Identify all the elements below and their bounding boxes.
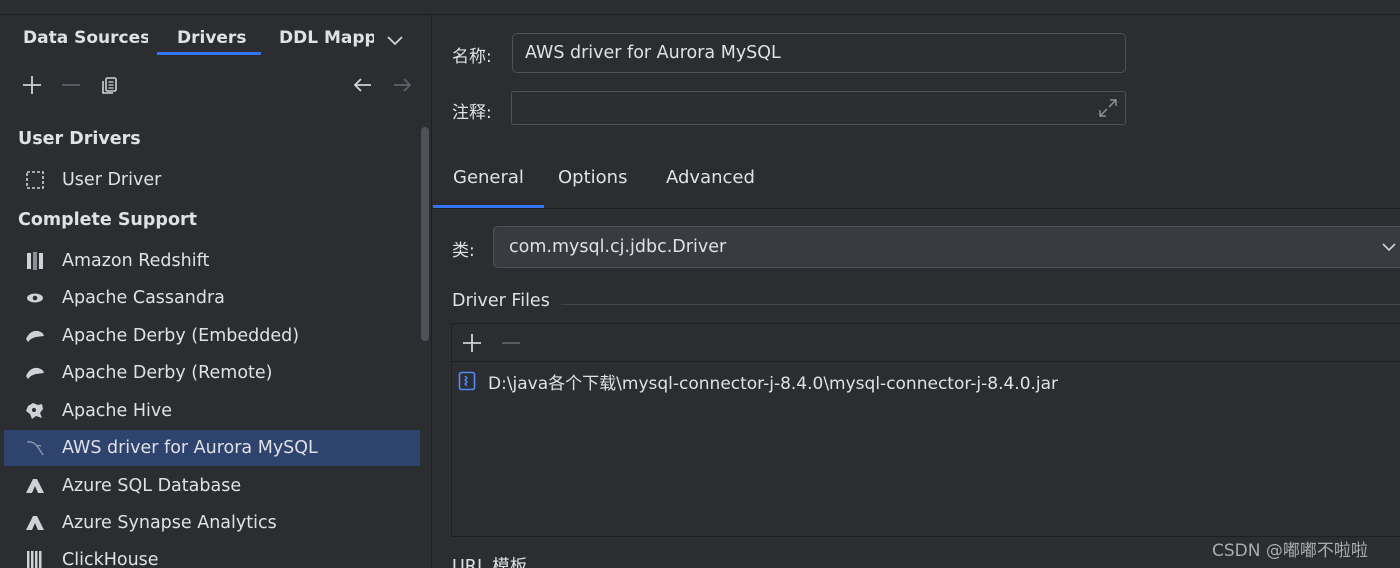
tab-data-sources[interactable]: Data Sources xyxy=(23,23,148,55)
mysql-dolphin-icon xyxy=(24,436,62,460)
section-user-drivers: User Drivers xyxy=(18,129,141,149)
copy-icon xyxy=(102,77,117,94)
chevron-down-icon[interactable] xyxy=(384,29,406,51)
user-driver-icon xyxy=(24,168,62,192)
remove-driver-button[interactable] xyxy=(58,73,84,97)
section-complete-support: Complete Support xyxy=(18,210,197,230)
list-item-label: Amazon Redshift xyxy=(62,251,210,271)
left-tab-bar: Data Sources Drivers DDL Mapp xyxy=(0,15,432,60)
list-item[interactable]: Apache Hive xyxy=(4,393,420,429)
derby-icon xyxy=(24,324,62,348)
driver-details-panel: 名称: AWS driver for Aurora MySQL 注释: Gene… xyxy=(433,15,1400,568)
list-item[interactable]: Azure SQL Database xyxy=(4,468,420,504)
list-item[interactable]: Amazon Redshift xyxy=(4,243,420,279)
url-templates-label: URL 模板 xyxy=(452,557,528,568)
tab-drivers[interactable]: Drivers xyxy=(157,23,261,55)
list-item-label: Apache Cassandra xyxy=(62,288,225,308)
driver-file-path: D:\java各个下载\mysql-connector-j-8.4.0\mysq… xyxy=(488,373,1059,394)
tab-ddl-mappings[interactable]: DDL Mapp xyxy=(279,23,374,55)
driver-list-scrollbar[interactable] xyxy=(419,127,431,568)
jar-file-icon xyxy=(458,371,488,391)
driver-files-list: D:\java各个下载\mysql-connector-j-8.4.0\mysq… xyxy=(451,323,1400,537)
add-driver-button[interactable] xyxy=(19,73,45,97)
forward-button[interactable] xyxy=(389,73,415,97)
azure-icon xyxy=(24,474,62,498)
list-item-label: Apache Derby (Remote) xyxy=(62,363,273,383)
list-item[interactable]: Azure Synapse Analytics xyxy=(4,505,420,541)
cassandra-icon xyxy=(24,286,62,310)
watermark: CSDN @嘟嘟不啦啦 xyxy=(1212,541,1368,561)
list-item-label: Apache Hive xyxy=(62,401,172,421)
left-panel: Data Sources Drivers DDL Mapp User Drive… xyxy=(0,15,432,568)
list-item[interactable]: Apache Derby (Remote) xyxy=(4,355,420,391)
arrow-right-icon xyxy=(394,78,412,92)
driver-files-toolbar xyxy=(452,324,1400,362)
tab-advanced[interactable]: Advanced xyxy=(666,167,755,207)
list-item-selected[interactable]: AWS driver for Aurora MySQL xyxy=(4,430,420,466)
name-field[interactable]: AWS driver for Aurora MySQL xyxy=(512,33,1126,73)
list-item-label: User Driver xyxy=(62,170,162,190)
list-item[interactable]: ClickHouse xyxy=(4,542,420,568)
list-item-label: Azure SQL Database xyxy=(62,476,242,496)
comment-field[interactable] xyxy=(511,91,1126,125)
tab-options[interactable]: Options xyxy=(558,167,627,207)
list-item-label: AWS driver for Aurora MySQL xyxy=(62,438,318,458)
driver-list-toolbar xyxy=(0,63,432,107)
class-label: 类: xyxy=(452,241,475,261)
driver-files-title: Driver Files xyxy=(452,291,550,311)
arrow-left-icon xyxy=(353,78,371,92)
driver-class-select[interactable]: com.mysql.cj.jdbc.Driver xyxy=(493,226,1400,268)
minus-icon xyxy=(62,84,80,86)
expand-icon[interactable] xyxy=(1097,97,1119,119)
back-button[interactable] xyxy=(350,73,376,97)
minus-icon[interactable] xyxy=(500,332,522,354)
driver-list: User Drivers User Driver Complete Suppor… xyxy=(0,115,420,568)
duplicate-driver-button[interactable] xyxy=(97,73,123,97)
hive-icon xyxy=(24,399,62,423)
comment-label: 注释: xyxy=(452,103,492,123)
list-item[interactable]: Apache Derby (Embedded) xyxy=(4,318,420,354)
redshift-icon xyxy=(24,249,62,273)
list-item[interactable]: Apache Cassandra xyxy=(4,280,420,316)
tab-general[interactable]: General xyxy=(433,167,544,208)
azure-icon xyxy=(24,511,62,535)
list-item-label: Azure Synapse Analytics xyxy=(62,513,277,533)
list-item[interactable]: User Driver xyxy=(4,162,420,198)
scrollbar-thumb[interactable] xyxy=(421,127,429,341)
chevron-down-icon[interactable] xyxy=(1379,237,1399,257)
name-label: 名称: xyxy=(452,47,492,67)
group-divider xyxy=(561,304,1400,305)
derby-icon xyxy=(24,361,62,385)
list-item-label: Apache Derby (Embedded) xyxy=(62,326,300,346)
driver-file-row[interactable]: D:\java各个下载\mysql-connector-j-8.4.0\mysq… xyxy=(452,366,1400,396)
add-icon[interactable] xyxy=(461,332,483,354)
driver-tabs: General Options Advanced xyxy=(433,155,1400,209)
window-top-strip xyxy=(0,0,1400,15)
clickhouse-icon xyxy=(24,548,62,568)
driver-settings-window: Data Sources Drivers DDL Mapp User Drive… xyxy=(0,0,1400,568)
list-item-label: ClickHouse xyxy=(62,550,159,568)
add-icon xyxy=(23,76,41,94)
